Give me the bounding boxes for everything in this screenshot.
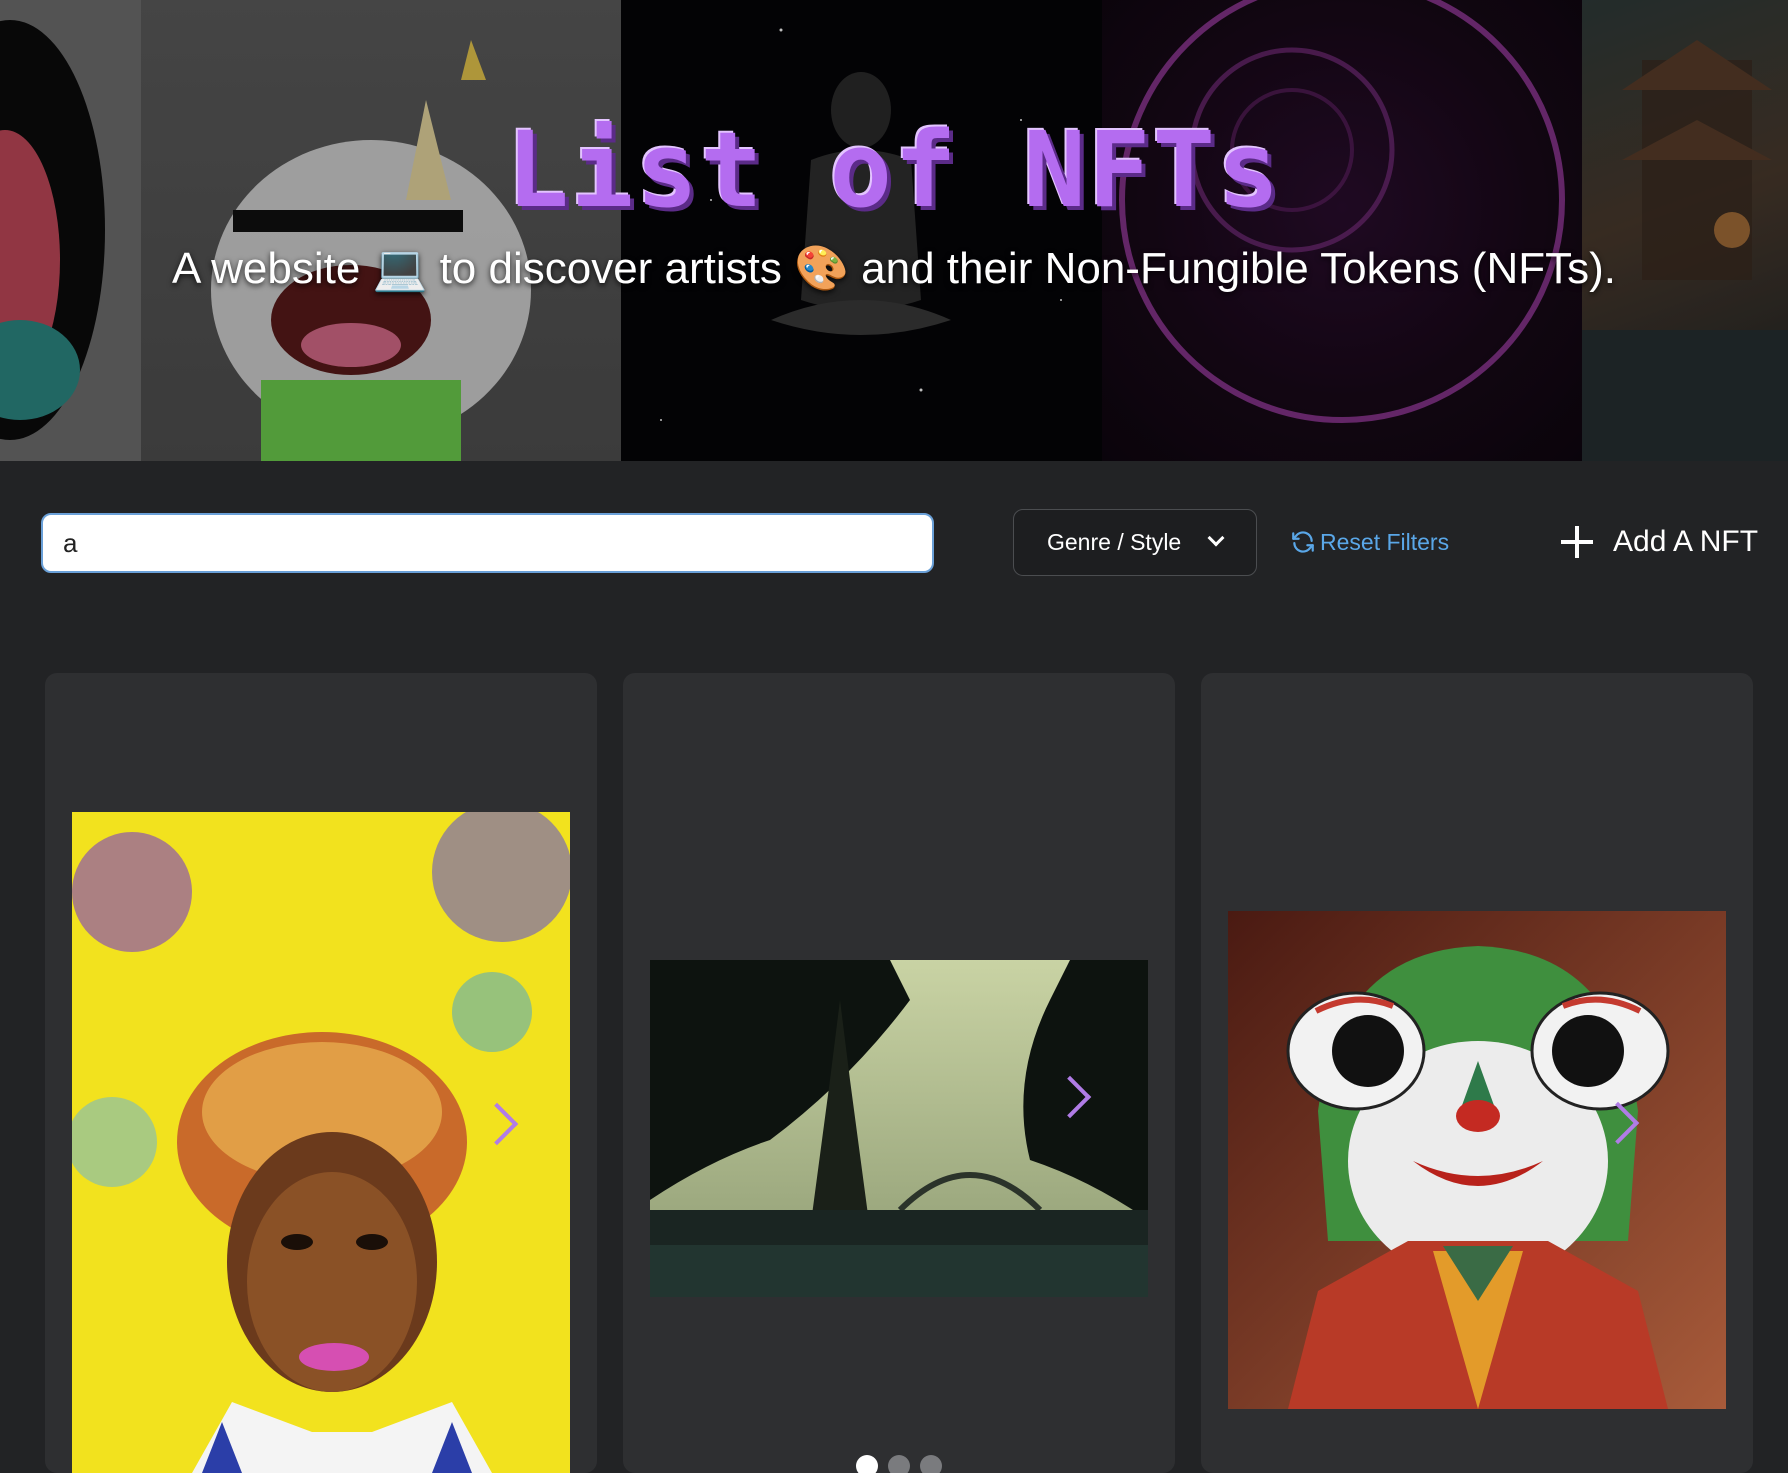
genre-style-label: Genre / Style (1047, 529, 1182, 555)
nft-card[interactable] (623, 673, 1175, 1473)
plus-icon (1561, 526, 1593, 558)
page-subtitle: A website 💻 to discover artists 🎨 and th… (172, 244, 1616, 293)
hero-banner: List of NFTs A website 💻 to discover art… (0, 0, 1788, 461)
add-nft-label: Add A NFT (1613, 525, 1759, 558)
nft-card[interactable] (45, 673, 597, 1473)
nft-image-portrait[interactable] (72, 812, 570, 1473)
reset-filters-label: Reset Filters (1320, 528, 1450, 555)
nft-card[interactable] (1201, 673, 1753, 1473)
nft-image-clown[interactable] (1228, 911, 1726, 1409)
carousel-indicator (623, 1455, 1175, 1473)
reset-filters-button[interactable]: Reset Filters (1290, 526, 1449, 558)
chevron-down-icon (1207, 529, 1225, 547)
search-input[interactable] (41, 513, 934, 573)
page-title: List of NFTs (506, 109, 1282, 231)
carousel-dot[interactable] (888, 1455, 910, 1473)
refresh-icon (1292, 531, 1314, 553)
genre-style-dropdown[interactable]: Genre / Style (1013, 509, 1257, 576)
carousel-dot[interactable] (856, 1455, 878, 1473)
add-nft-button[interactable]: Add A NFT (1561, 518, 1758, 566)
carousel-dot[interactable] (920, 1455, 942, 1473)
nft-image-eiffel-tower[interactable] (650, 960, 1148, 1297)
